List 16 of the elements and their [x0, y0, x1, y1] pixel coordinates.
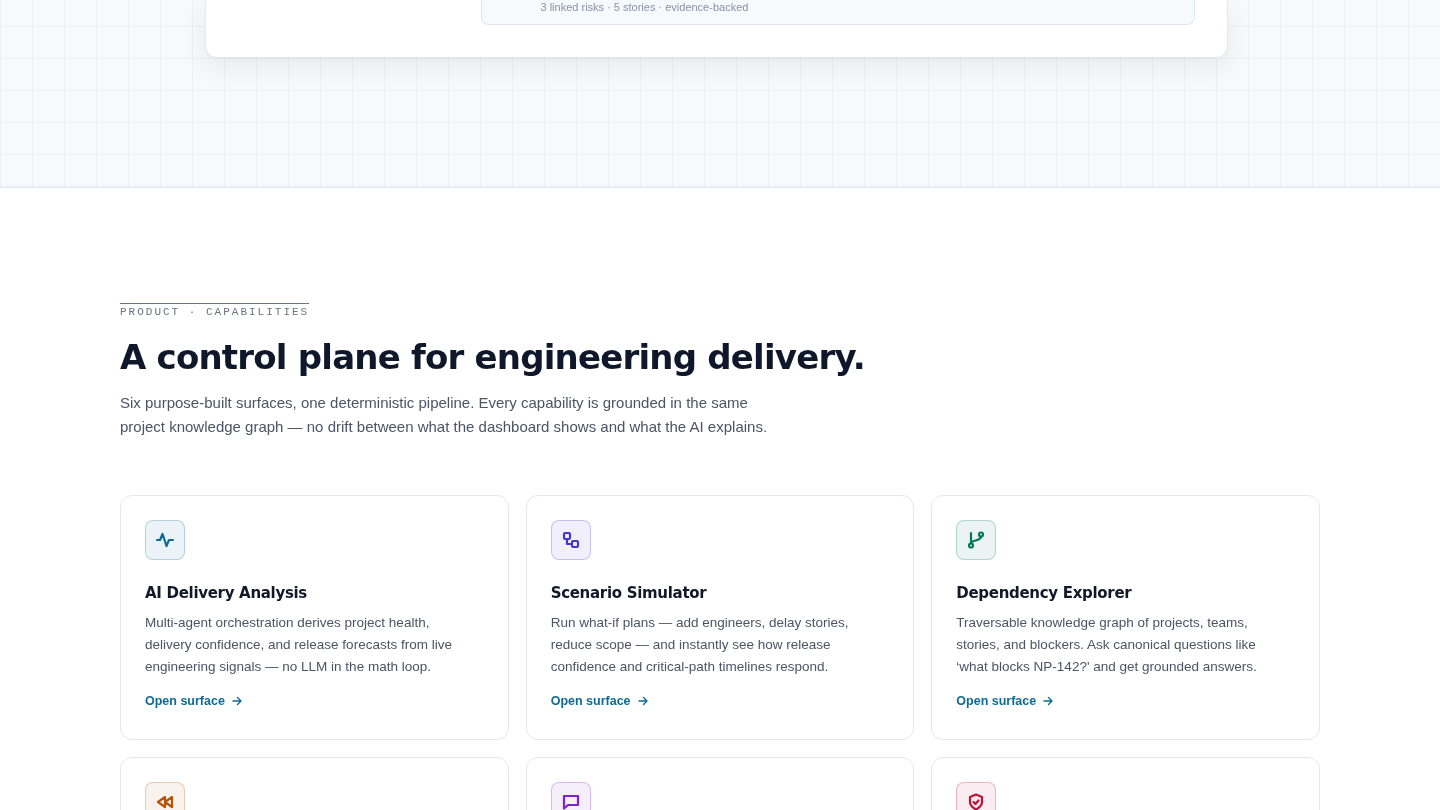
open-surface-link[interactable]: Open surface	[956, 694, 1055, 708]
card-title: Dependency Explorer	[956, 584, 1133, 602]
section-eyebrow: PRODUCT · CAPABILITIES	[120, 303, 310, 318]
section-heading: A control plane for engineering delivery.	[120, 336, 866, 379]
card-description: Multi-agent orchestration derives project health, delivery confidence, and release forecasts from live engineering signals — no LLM in the math loop.	[145, 614, 453, 676]
section-intro: Six purpose-built surfaces, one deterministic pipeline. Every capability is grounded in the same project knowledge graph — no drift between what the dashboard shows and what the AI explains.	[120, 393, 769, 437]
card-title: AI Delivery Analysis	[145, 584, 308, 602]
card-description: Run what-if plans — add engineers, delay stories, reduce scope — and instantly see how release confidence and critical-path timelines respond.	[550, 614, 850, 676]
card-description: Traversable knowledge graph of projects, teams, stories, and blockers. Ask canonical questions like ‘what blocks NP-142?' and get grounded answers.	[956, 614, 1258, 676]
preview-meta: 3 linked risks · 5 stories · evidence-backed	[540, 0, 749, 14]
arrow-icon	[636, 695, 649, 707]
open-surface-link[interactable]: Open surface	[550, 694, 649, 708]
open-surface-link[interactable]: Open surface	[145, 694, 243, 708]
card-title: Scenario Simulator	[550, 584, 708, 602]
arrow-icon	[230, 695, 243, 707]
arrow-icon	[1042, 695, 1055, 707]
